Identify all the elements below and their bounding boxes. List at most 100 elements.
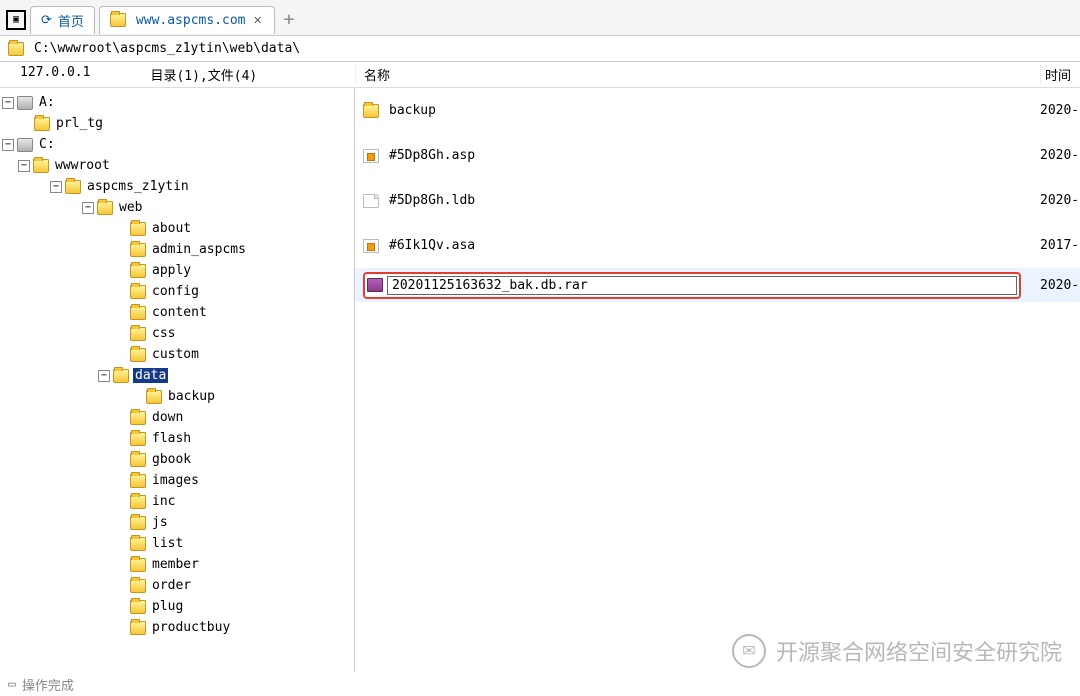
tree-item[interactable]: admin_aspcms [2,239,352,260]
rename-highlight [363,272,1021,299]
folder-icon [130,432,146,446]
folder-icon [65,180,81,194]
main-area: − A: prl_tg − C: − wwwroot − aspcms_z1yt… [0,88,1080,672]
file-row[interactable]: #5Dp8Gh.asp 2020- [355,133,1080,178]
tree-item[interactable]: content [2,302,352,323]
file-list: backup 2020- #5Dp8Gh.asp 2020- #5Dp8Gh.ldb 20… [355,88,1080,672]
tree-item[interactable]: member [2,554,352,575]
column-headers: 127.0.0.1 目录(1),文件(4) 名称 时间 [0,62,1080,88]
tree-item[interactable]: flash [2,428,352,449]
tree-item[interactable]: backup [2,386,352,407]
status-bar: ▭ 操作完成 [0,672,1080,696]
folder-icon [363,104,379,118]
tab-home-label: 首页 [58,11,84,30]
file-row[interactable]: #6Ik1Qv.asa 2017- [355,223,1080,268]
collapse-icon[interactable]: − [2,139,14,151]
close-icon[interactable]: ✕ [252,12,264,28]
tree-item[interactable]: custom [2,344,352,365]
tree-item[interactable]: − aspcms_z1ytin [2,176,352,197]
folder-icon [130,285,146,299]
tree-item[interactable]: config [2,281,352,302]
asp-icon [363,149,379,163]
tree-item-data[interactable]: − data [2,365,352,386]
file-name: #5Dp8Gh.ldb [389,193,475,208]
folder-icon [130,243,146,257]
tree-item[interactable]: images [2,470,352,491]
tree-item[interactable]: order [2,575,352,596]
folder-icon [130,537,146,551]
current-path[interactable]: C:\wwwroot\aspcms_z1ytin\web\data\ [34,41,300,56]
folder-icon [130,306,146,320]
new-tab-button[interactable]: + [279,9,299,30]
home-icon: ⟳ [41,13,52,28]
folder-icon [130,411,146,425]
collapse-icon[interactable]: − [2,97,14,109]
tree-item[interactable]: − wwwroot [2,155,352,176]
file-time: 2020- [1040,103,1080,118]
status-icon: ▭ [8,677,16,692]
file-time: 2020- [1040,278,1080,293]
file-name: backup [389,103,436,118]
folder-icon [130,621,146,635]
folder-icon [130,558,146,572]
tree-item[interactable]: down [2,407,352,428]
file-name: #5Dp8Gh.asp [389,148,475,163]
folder-icon [110,13,126,27]
folder-icon [130,264,146,278]
tree-item[interactable]: productbuy [2,617,352,638]
dir-count-label: 目录(1),文件(4) [150,65,257,84]
rar-icon [367,278,383,292]
tree-panel: − A: prl_tg − C: − wwwroot − aspcms_z1yt… [0,88,355,672]
tree-item[interactable]: js [2,512,352,533]
collapse-icon[interactable]: − [50,181,62,193]
tree-item[interactable]: css [2,323,352,344]
folder-icon [146,390,162,404]
tree-item[interactable]: gbook [2,449,352,470]
folder-icon [130,453,146,467]
tree-drive-c[interactable]: − C: [2,134,352,155]
file-time: 2017- [1040,238,1080,253]
collapse-icon[interactable]: − [98,370,110,382]
ip-label: 127.0.0.1 [20,65,90,84]
folder-icon [130,474,146,488]
tree-item[interactable]: plug [2,596,352,617]
drive-icon [17,138,33,152]
path-bar: C:\wwwroot\aspcms_z1ytin\web\data\ [0,36,1080,62]
file-icon [363,194,379,208]
folder-icon [113,369,129,383]
status-text: 操作完成 [22,675,74,694]
tree-item[interactable]: about [2,218,352,239]
folder-icon [130,348,146,362]
tab-active-label: www.aspcms.com [136,13,246,28]
file-row[interactable]: #5Dp8Gh.ldb 2020- [355,178,1080,223]
folder-icon [97,201,113,215]
folder-icon [130,222,146,236]
folder-icon [130,600,146,614]
tree-item[interactable]: list [2,533,352,554]
app-logo: ▣ [6,10,26,30]
tab-bar: ▣ ⟳ 首页 www.aspcms.com ✕ + [0,0,1080,36]
file-time: 2020- [1040,193,1080,208]
col-name[interactable]: 名称 [355,65,1040,84]
tree-item[interactable]: inc [2,491,352,512]
folder-icon [130,579,146,593]
folder-icon [130,516,146,530]
tab-home[interactable]: ⟳ 首页 [30,6,95,34]
file-time: 2020- [1040,148,1080,163]
collapse-icon[interactable]: − [18,160,30,172]
rename-input[interactable] [387,276,1017,295]
tree-drive-a[interactable]: − A: [2,92,352,113]
file-row-editing[interactable]: 2020- [355,268,1080,302]
file-name: #6Ik1Qv.asa [389,238,475,253]
tree-item[interactable]: apply [2,260,352,281]
collapse-icon[interactable]: − [82,202,94,214]
folder-icon [130,495,146,509]
drive-icon [17,96,33,110]
folder-icon [130,327,146,341]
tree-item[interactable]: − web [2,197,352,218]
asp-icon [363,239,379,253]
col-time[interactable]: 时间 [1040,65,1080,84]
tree-item[interactable]: prl_tg [2,113,352,134]
file-row[interactable]: backup 2020- [355,88,1080,133]
tab-active[interactable]: www.aspcms.com ✕ [99,6,275,34]
